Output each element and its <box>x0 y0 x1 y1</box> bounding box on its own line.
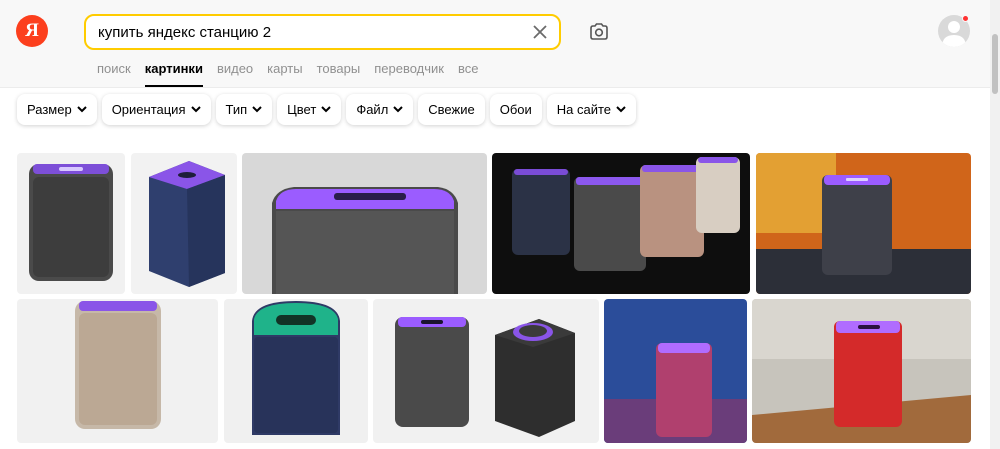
close-icon <box>533 25 547 39</box>
chevron-down-icon <box>252 106 262 113</box>
search-input[interactable]: купить яндекс станцию 2 <box>98 24 271 41</box>
speaker-thumbnail <box>492 153 750 294</box>
filter-label: Файл <box>356 102 389 117</box>
speaker-thumbnail <box>17 299 218 443</box>
filter-wallpapers[interactable]: Обои <box>489 94 542 125</box>
image-result[interactable] <box>492 153 750 294</box>
filter-type[interactable]: Тип <box>215 94 273 125</box>
filter-on-site[interactable]: На сайте <box>546 94 637 125</box>
image-result[interactable] <box>373 299 599 443</box>
search-box[interactable]: купить яндекс станцию 2 <box>84 14 561 50</box>
speaker-thumbnail <box>131 153 237 294</box>
image-result[interactable] <box>131 153 237 294</box>
filter-orientation[interactable]: Ориентация <box>101 94 211 125</box>
tab-translator[interactable]: переводчик <box>374 61 444 88</box>
filter-label: Тип <box>225 102 248 117</box>
tab-products[interactable]: товары <box>317 61 361 88</box>
image-result[interactable] <box>604 299 747 443</box>
filter-label: Обои <box>499 102 532 117</box>
filter-label: Цвет <box>287 102 317 117</box>
tab-search[interactable]: поиск <box>97 61 131 88</box>
chevron-down-icon <box>76 106 87 113</box>
clear-search-button[interactable] <box>529 21 551 43</box>
tab-video[interactable]: видео <box>217 61 253 88</box>
speaker-thumbnail <box>224 299 368 443</box>
filter-label: Свежие <box>428 102 475 117</box>
image-result[interactable] <box>224 299 368 443</box>
filter-size[interactable]: Размер <box>17 94 97 125</box>
image-result[interactable] <box>242 153 487 294</box>
speaker-thumbnail <box>242 153 487 294</box>
image-result[interactable] <box>17 153 125 294</box>
search-tabs: поиск картинки видео карты товары перево… <box>97 61 492 88</box>
tab-all[interactable]: все <box>458 61 479 88</box>
speaker-thumbnail <box>604 299 747 443</box>
yandex-logo[interactable]: Я <box>16 15 48 47</box>
image-result[interactable] <box>752 299 971 443</box>
filter-file[interactable]: Файл <box>346 94 414 125</box>
filter-label: На сайте <box>556 102 612 117</box>
speaker-thumbnail <box>17 153 125 294</box>
image-search-button[interactable] <box>588 21 610 43</box>
filter-bar: Размер Ориентация Тип Цвет Файл Свежие О… <box>17 94 637 125</box>
tab-images[interactable]: картинки <box>144 61 204 88</box>
image-result[interactable] <box>17 299 218 443</box>
filter-label: Размер <box>27 102 72 117</box>
speaker-thumbnail <box>373 299 599 443</box>
image-result[interactable] <box>756 153 971 294</box>
camera-search-icon <box>590 23 608 40</box>
filter-label: Ориентация <box>111 102 186 117</box>
tab-maps[interactable]: карты <box>267 61 302 88</box>
notification-badge <box>962 15 969 22</box>
chevron-down-icon <box>321 106 332 113</box>
chevron-down-icon <box>393 106 403 113</box>
page-scrollbar[interactable] <box>990 0 1000 449</box>
speaker-thumbnail <box>756 153 971 294</box>
chevron-down-icon <box>616 106 626 113</box>
header: Я купить яндекс станцию 2 поиск картинки… <box>0 0 990 88</box>
scrollbar-thumb[interactable] <box>992 34 998 94</box>
speaker-thumbnail <box>752 299 971 443</box>
chevron-down-icon <box>190 106 201 113</box>
filter-fresh[interactable]: Свежие <box>418 94 485 125</box>
filter-color[interactable]: Цвет <box>277 94 342 125</box>
